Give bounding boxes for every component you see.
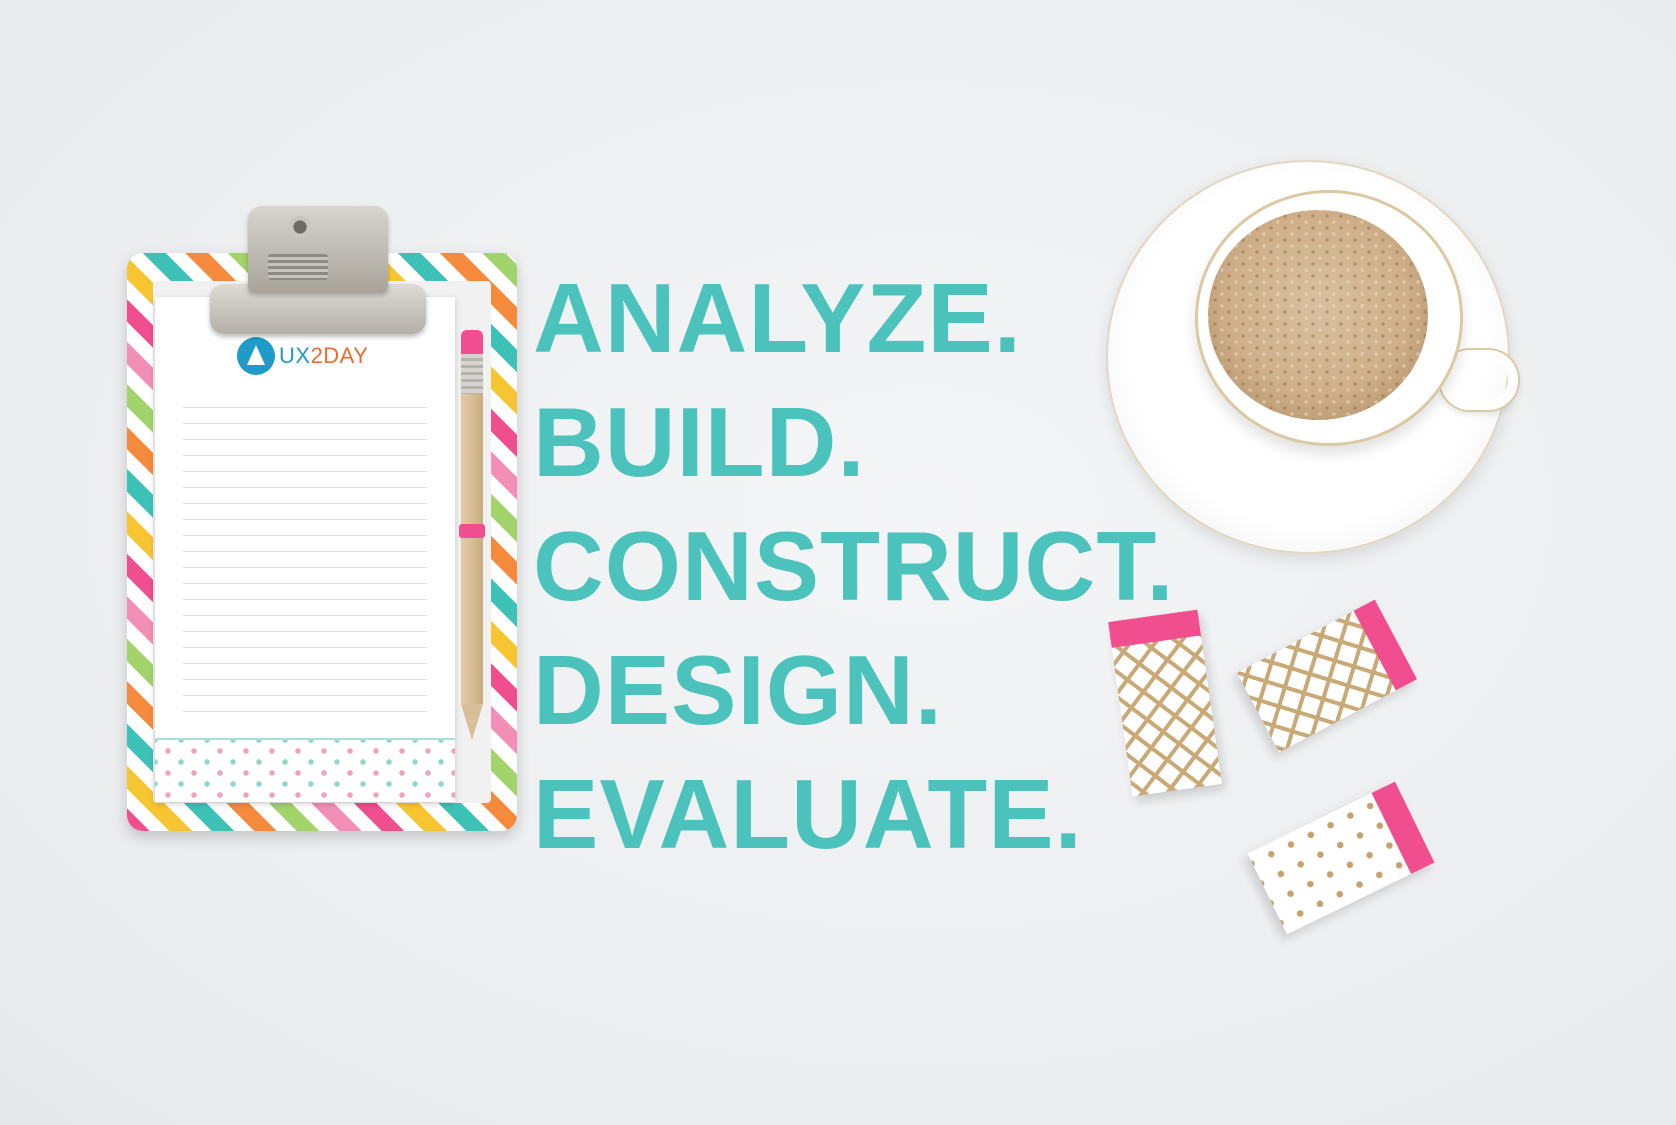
eraser-cap <box>1353 599 1417 691</box>
headline-line-build: BUILD. <box>533 387 866 497</box>
pencil-icon <box>459 330 485 740</box>
logo-text-ux: UX <box>279 343 311 368</box>
pencil-tip <box>461 704 483 740</box>
notepad-ruled-lines <box>183 392 427 727</box>
clip-grip <box>268 254 328 280</box>
logo-text: UX2DAY <box>279 343 368 369</box>
headline: ANALYZE. BUILD. CONSTRUCT. DESIGN. EVALU… <box>533 256 1175 876</box>
notepad: UX2DAY <box>155 297 455 802</box>
clipboard-clip <box>210 206 426 336</box>
headline-line-analyze: ANALYZE. <box>533 263 1023 373</box>
logo-mark-icon <box>237 337 275 375</box>
headline-line-construct: CONSTRUCT. <box>533 511 1175 621</box>
clip-hole <box>289 216 311 238</box>
ux2day-logo: UX2DAY <box>237 337 368 375</box>
photo-scene: UX2DAY ANALYZE. BUILD. CONSTRUCT. DESIGN… <box>0 0 1676 1125</box>
headline-line-evaluate: EVALUATE. <box>533 759 1083 869</box>
headline-line-design: DESIGN. <box>533 635 943 745</box>
notepad-dotted-footer <box>155 738 455 802</box>
eraser-icon <box>1247 781 1435 935</box>
pencil-ferrule <box>461 354 483 394</box>
coffee-foam <box>1208 210 1428 420</box>
eraser-icon <box>1237 599 1417 753</box>
pencil-body <box>461 394 483 704</box>
logo-text-2day: 2DAY <box>310 343 369 368</box>
pencil-band <box>459 524 485 538</box>
pencil-eraser <box>461 330 483 354</box>
eraser-cap <box>1371 781 1435 874</box>
